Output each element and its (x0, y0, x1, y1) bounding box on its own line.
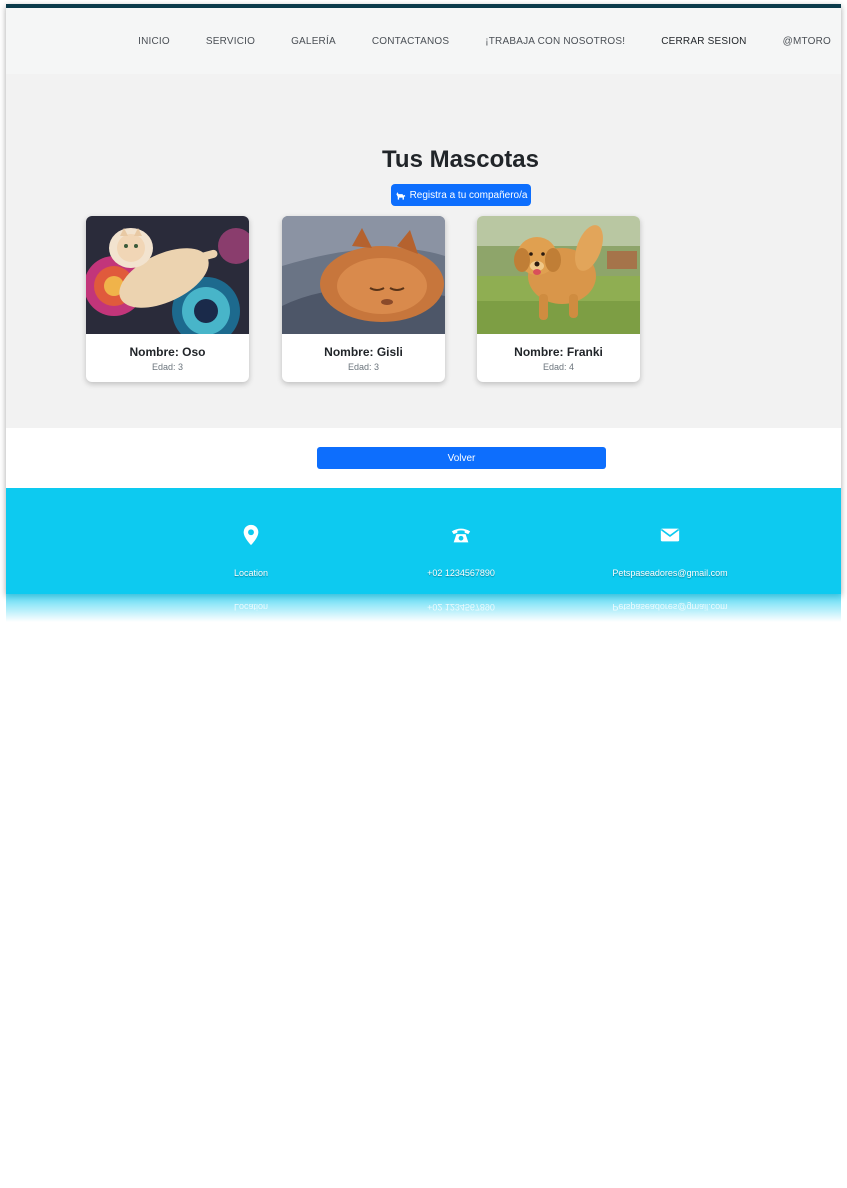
pet-name: Nombre: Franki (514, 345, 603, 359)
pet-age: Edad: 4 (542, 362, 575, 372)
pet-card[interactable]: Nombre: Franki Edad: 4 (477, 216, 640, 382)
footer-phone-text: +02 1234567890 (427, 568, 495, 578)
nav-inicio[interactable]: INICIO (138, 36, 170, 47)
footer-reflection: Location +02 1234567890 Petspaseadores@g… (6, 594, 841, 622)
footer-location: Location (161, 524, 341, 578)
register-pet-label: Registra a tu compañero/a (409, 189, 528, 201)
footer-email: Petspaseadores@gmail.com (580, 524, 760, 578)
reflection-email: Petspaseadores@gmail.com (612, 602, 728, 612)
nav-trabaja-con-nosotros[interactable]: ¡TRABAJA CON NOSOTROS! (485, 36, 625, 47)
nav-contactanos[interactable]: CONTACTANOS (372, 36, 449, 47)
pet-photo-franki (477, 216, 640, 334)
pet-name: Nombre: Oso (129, 345, 206, 359)
footer: Location +02 1234567890 Petspaseadores@g… (6, 488, 841, 594)
back-button[interactable]: Volver (317, 447, 606, 469)
page-frame: INICIO SERVICIO GALERÍA CONTACTANOS ¡TRA… (6, 4, 841, 594)
pet-age: Edad: 3 (151, 362, 184, 372)
pets-section: Tus Mascotas Registra a tu compañero/a N… (6, 74, 841, 428)
page-title: Tus Mascotas (382, 146, 539, 173)
location-pin-icon (243, 524, 259, 546)
nav-servicio[interactable]: SERVICIO (206, 36, 255, 47)
nav-galeria[interactable]: GALERÍA (291, 36, 336, 47)
pet-photo-oso (86, 216, 249, 334)
pet-photo-gisli (282, 216, 445, 334)
footer-phone: +02 1234567890 (371, 524, 551, 578)
pet-card[interactable]: Nombre: Oso Edad: 3 (86, 216, 249, 382)
reflection-phone: +02 1234567890 (427, 602, 495, 612)
footer-location-text: Location (233, 568, 269, 578)
nav-user[interactable]: @MTORO (783, 36, 831, 47)
back-area: Volver (6, 428, 841, 488)
main-navbar: INICIO SERVICIO GALERÍA CONTACTANOS ¡TRA… (6, 8, 841, 74)
nav-cerrar-sesion[interactable]: CERRAR SESION (661, 36, 746, 47)
pet-age: Edad: 3 (347, 362, 380, 372)
register-pet-button[interactable]: Registra a tu compañero/a (391, 184, 531, 206)
dog-icon (395, 191, 405, 200)
pet-name: Nombre: Gisli (324, 345, 403, 359)
footer-email-text: Petspaseadores@gmail.com (612, 568, 728, 578)
envelope-icon (660, 528, 680, 542)
phone-icon (451, 528, 471, 543)
pet-card[interactable]: Nombre: Gisli Edad: 3 (282, 216, 445, 382)
reflection-location: Location (233, 602, 269, 612)
